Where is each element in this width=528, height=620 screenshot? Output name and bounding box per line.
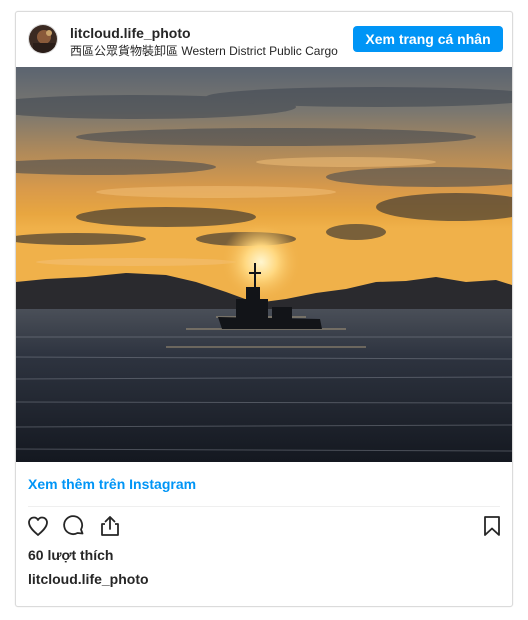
- post-actions: [16, 512, 512, 542]
- see-more-on-instagram-link[interactable]: Xem thêm trên Instagram: [28, 476, 196, 492]
- caption-username[interactable]: litcloud.life_photo: [28, 571, 149, 587]
- post-header: litcloud.life_photo 西區公眾貨物裝卸區 Western Di…: [16, 12, 512, 66]
- avatar[interactable]: [28, 24, 58, 54]
- likes-count[interactable]: 60 lượt thích: [28, 547, 113, 563]
- post-photo[interactable]: [16, 67, 512, 462]
- divider: [28, 506, 500, 507]
- bookmark-icon[interactable]: [478, 512, 506, 540]
- comment-icon[interactable]: [60, 512, 88, 540]
- post-username[interactable]: litcloud.life_photo: [70, 25, 191, 41]
- view-profile-button[interactable]: Xem trang cá nhân: [353, 26, 503, 52]
- instagram-embed-card: litcloud.life_photo 西區公眾貨物裝卸區 Western Di…: [15, 11, 513, 607]
- share-icon[interactable]: [96, 512, 124, 540]
- post-location[interactable]: 西區公眾貨物裝卸區 Western District Public Cargo: [70, 42, 338, 59]
- heart-icon[interactable]: [24, 512, 52, 540]
